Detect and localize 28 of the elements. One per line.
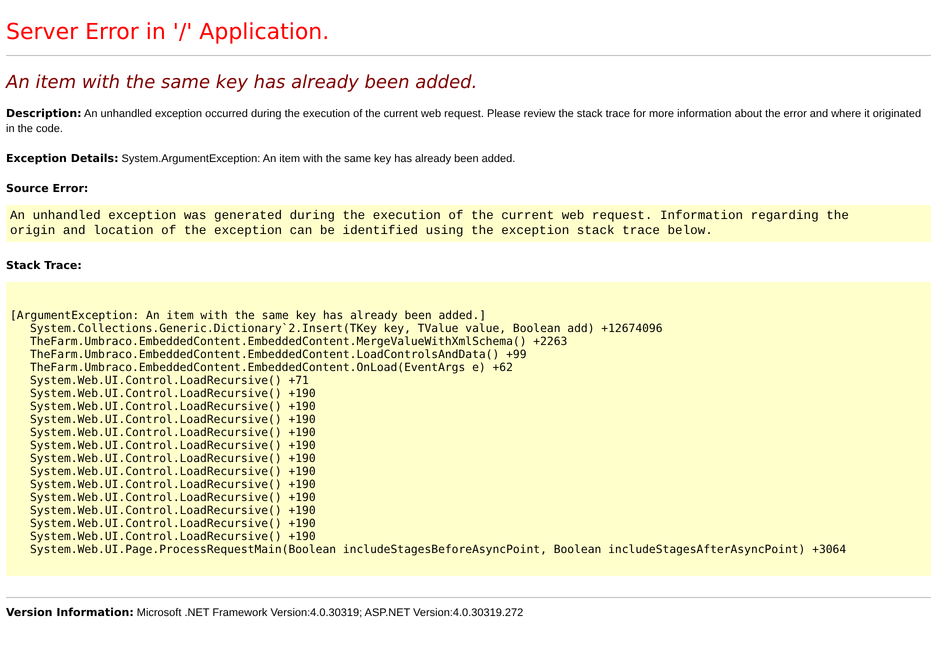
stack-trace-line: System.Web.UI.Control.LoadRecursive() +190: [29, 530, 316, 543]
stack-trace-line: System.Web.UI.Control.LoadRecursive() +190: [29, 465, 316, 478]
version-information-text: Version Information: Microsoft .NET Framework Version:4.0.30319; ASP.NET Version:4.0.30319.272: [6, 605, 524, 621]
description-text: Description: An unhandled exception occurred during the execution of the current web request. Please review the stack trace for more information about the error and where it originated in the code.: [6, 106, 922, 137]
stack-trace-line: System.Web.UI.Control.LoadRecursive() +190: [29, 400, 316, 413]
stack-trace-line: System.Web.UI.Control.LoadRecursive() +190: [29, 426, 316, 439]
stack-trace-line: System.Web.UI.Page.ProcessRequestMain(Boolean includeStagesBeforeAsyncPoint, Boolean includeStagesAfterAsyncPoint) +3064: [29, 543, 846, 556]
stack-trace-line: System.Web.UI.Control.LoadRecursive() +190: [29, 517, 316, 530]
exception-details-text: Exception Details: System.ArgumentException: An item with the same key has already been added.: [6, 151, 516, 167]
stack-trace-line: TheFarm.Umbraco.EmbeddedContent.EmbeddedContent.LoadControlsAndData() +99: [29, 348, 526, 361]
stack-trace-line: System.Web.UI.Control.LoadRecursive() +190: [29, 504, 316, 517]
page-title: Server Error in '/' Application.: [6, 20, 330, 45]
stack-trace-line: TheFarm.Umbraco.EmbeddedContent.EmbeddedContent.MergeValueWithXmlSchema() +2263: [29, 335, 568, 348]
stack-trace-line: [ArgumentException: An item with the same key has already been added.]: [10, 309, 486, 322]
stack-trace-line: System.Web.UI.Control.LoadRecursive() +190: [29, 478, 316, 491]
stack-trace-line: System.Web.UI.Control.LoadRecursive() +190: [29, 491, 316, 504]
stack-trace-line: System.Web.UI.Control.LoadRecursive() +190: [29, 413, 316, 426]
error-message: An item with the same key has already been added.: [6, 72, 478, 93]
section-label: Stack Trace:: [6, 259, 82, 272]
stack-trace-line: System.Web.UI.Control.LoadRecursive() +190: [29, 387, 316, 400]
source-error-line: origin and location of the exception can be identified using the exception stack trace below.: [10, 224, 713, 239]
source-error-line: An unhandled exception was generated during the execution of the current web request. Information regarding the: [10, 209, 849, 224]
stack-trace-line: System.Web.UI.Control.LoadRecursive() +190: [29, 439, 316, 452]
stack-trace-line: System.Web.UI.Control.LoadRecursive() +190: [29, 452, 316, 465]
section-label: Source Error:: [6, 182, 88, 195]
stack-trace-line: TheFarm.Umbraco.EmbeddedContent.EmbeddedContent.OnLoad(EventArgs e) +62: [29, 361, 513, 374]
stack-trace-line: System.Collections.Generic.Dictionary`2.Insert(TKey key, TValue value, Boolean add) +12674096: [29, 322, 663, 335]
stack-trace-line: System.Web.UI.Control.LoadRecursive() +71: [29, 374, 309, 387]
